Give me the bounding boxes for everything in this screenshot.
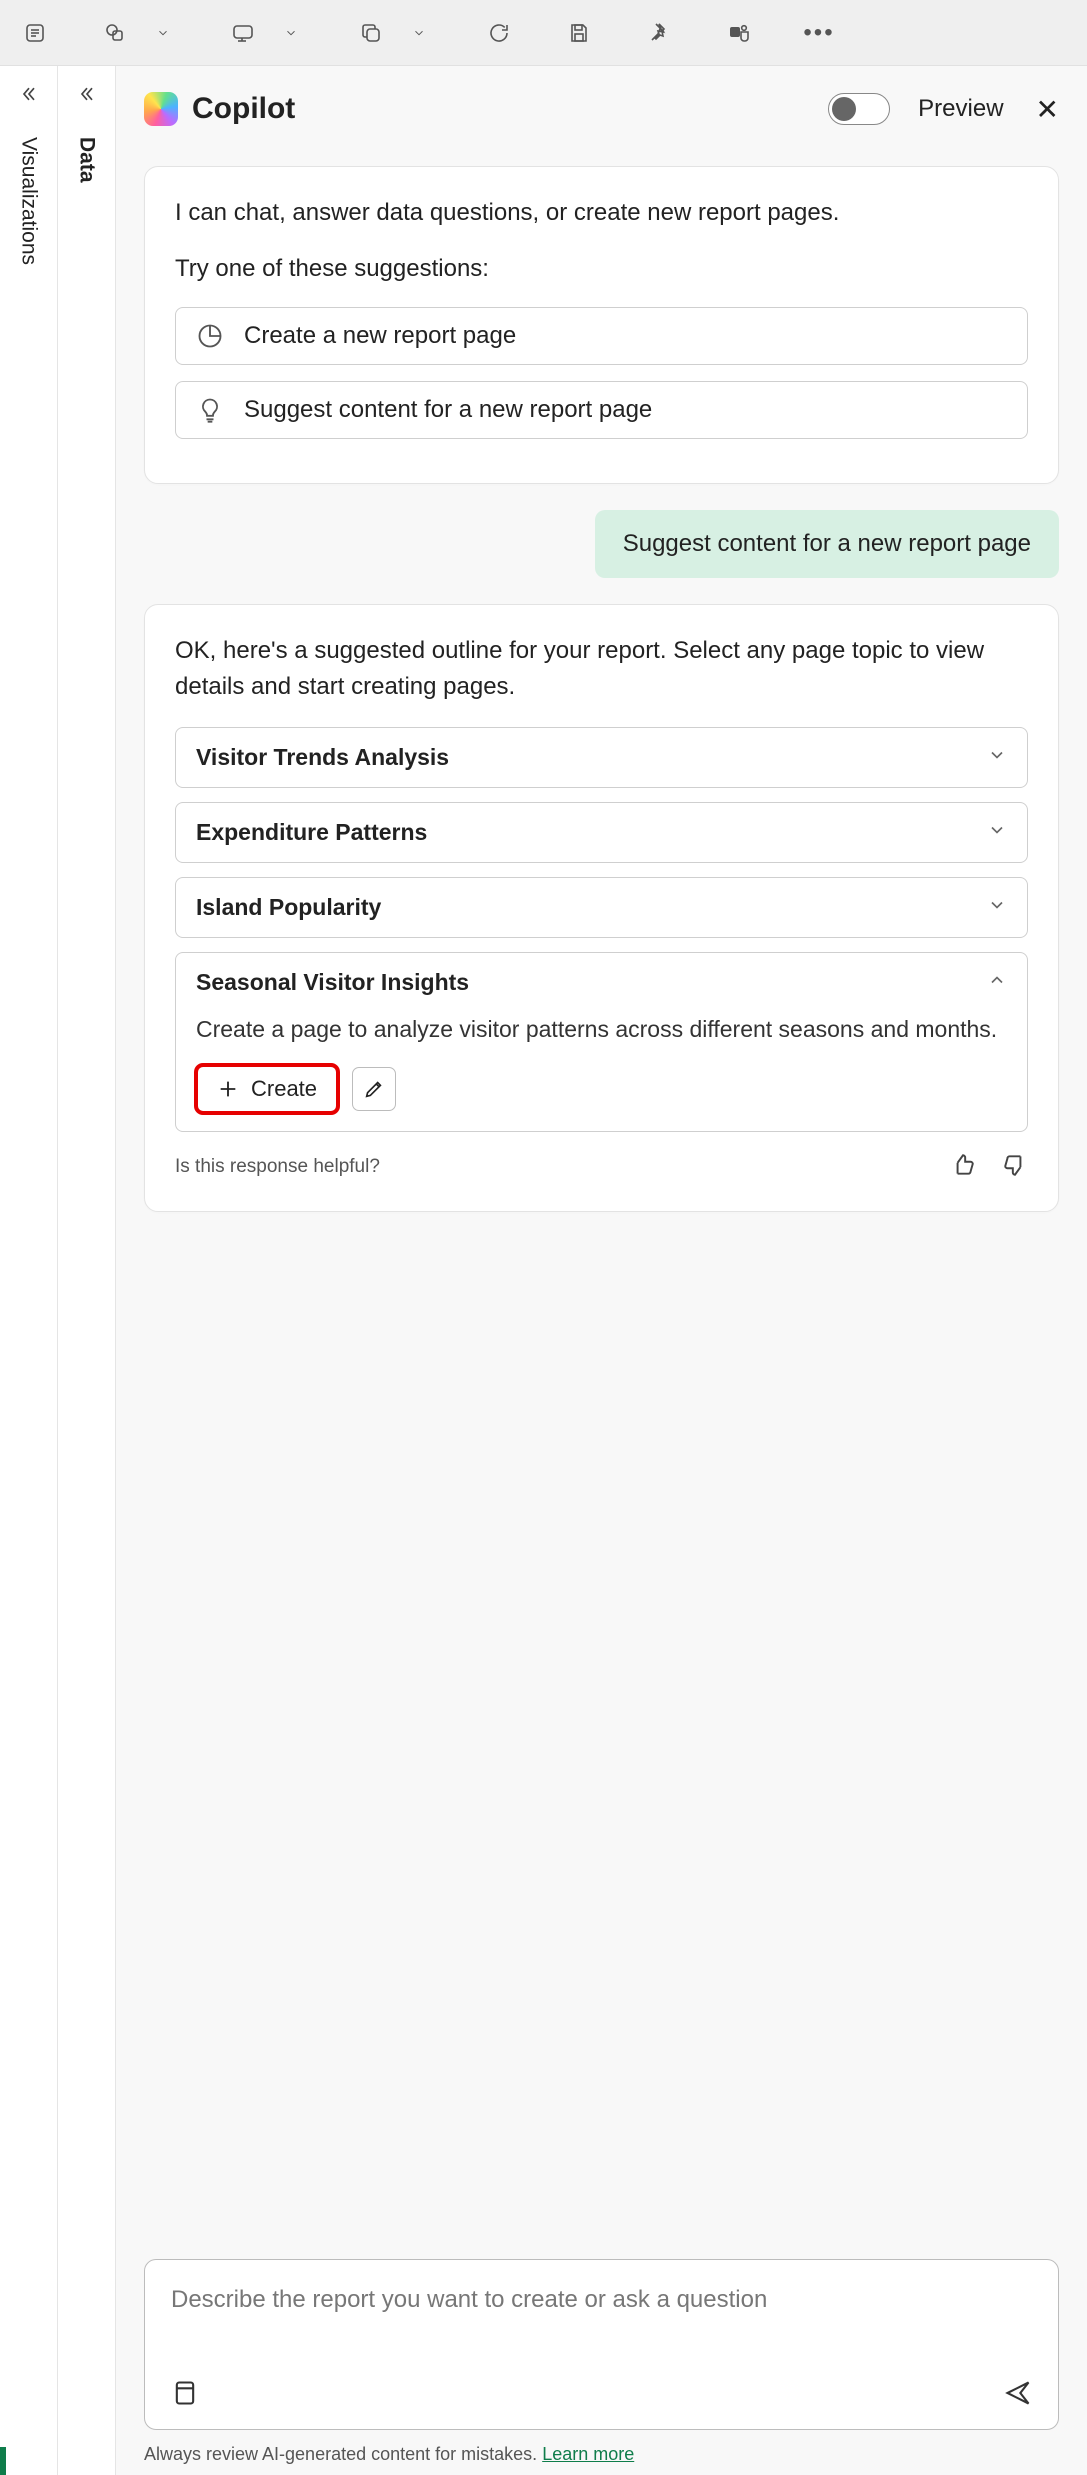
suggestion-suggest-content-label: Suggest content for a new report page	[244, 396, 652, 424]
toolbar-outline-icon[interactable]	[20, 18, 50, 48]
rail-data-label[interactable]: Data	[75, 137, 99, 183]
outline-item-visitor-trends: Visitor Trends Analysis	[175, 727, 1028, 788]
prompt-input[interactable]: Describe the report you want to create o…	[171, 2282, 1032, 2352]
outline-header-seasonal[interactable]: Seasonal Visitor Insights	[176, 953, 1027, 1012]
collapse-data-icon[interactable]	[77, 84, 97, 109]
user-message: Suggest content for a new report page	[595, 510, 1059, 578]
chevron-up-icon	[987, 970, 1007, 995]
collapse-visualizations-icon[interactable]	[19, 84, 39, 109]
outline-header-expenditure[interactable]: Expenditure Patterns	[176, 803, 1027, 862]
toolbar-shapes-icon[interactable]	[100, 18, 130, 48]
outline-title: Island Popularity	[196, 894, 381, 921]
copilot-title: Copilot	[192, 92, 814, 126]
outline-item-seasonal: Seasonal Visitor Insights Create a page …	[175, 952, 1028, 1132]
edit-button[interactable]	[352, 1067, 396, 1111]
toolbar-screen-dropdown[interactable]	[276, 18, 306, 48]
learn-more-link[interactable]: Learn more	[542, 2444, 634, 2464]
notebook-icon[interactable]	[171, 2378, 199, 2413]
toolbar-copy-icon[interactable]	[356, 18, 386, 48]
thumbs-down-icon[interactable]	[1002, 1152, 1028, 1183]
copilot-header: Copilot Preview ✕	[144, 92, 1059, 126]
accent-strip	[0, 2447, 6, 2475]
outline-title: Visitor Trends Analysis	[196, 744, 449, 771]
toolbar-pin-icon[interactable]	[644, 18, 674, 48]
outline-header-island[interactable]: Island Popularity	[176, 878, 1027, 937]
outline-title: Seasonal Visitor Insights	[196, 969, 469, 996]
rail-visualizations-label[interactable]: Visualizations	[17, 137, 41, 265]
plus-icon	[217, 1078, 239, 1100]
rail-data: Data	[58, 66, 116, 2475]
toolbar-more-icon[interactable]: •••	[804, 18, 834, 48]
preview-label: Preview	[918, 95, 1003, 123]
outline-desc-seasonal: Create a page to analyze visitor pattern…	[196, 1012, 1007, 1047]
outline-item-island: Island Popularity	[175, 877, 1028, 938]
disclaimer-text: Always review AI-generated content for m…	[144, 2444, 542, 2464]
preview-toggle[interactable]	[828, 93, 890, 125]
toolbar-refresh-icon[interactable]	[484, 18, 514, 48]
copilot-logo-icon	[144, 92, 178, 126]
intro-text: I can chat, answer data questions, or cr…	[175, 195, 1028, 231]
top-toolbar: T •••	[0, 0, 1087, 66]
prompt-input-card: Describe the report you want to create o…	[144, 2259, 1059, 2430]
outline-item-expenditure: Expenditure Patterns	[175, 802, 1028, 863]
outline-intro-text: OK, here's a suggested outline for your …	[175, 633, 1028, 705]
copilot-pane: Copilot Preview ✕ I can chat, answer dat…	[116, 66, 1087, 2475]
disclaimer: Always review AI-generated content for m…	[144, 2444, 1059, 2465]
thumbs-up-icon[interactable]	[950, 1152, 976, 1183]
close-icon[interactable]: ✕	[1036, 93, 1059, 126]
chevron-down-icon	[987, 820, 1007, 845]
toolbar-screen-icon[interactable]	[228, 18, 258, 48]
toolbar-teams-icon[interactable]: T	[724, 18, 754, 48]
response-card: OK, here's a suggested outline for your …	[144, 604, 1059, 1212]
rail-visualizations: Visualizations	[0, 66, 58, 2475]
suggestion-suggest-content[interactable]: Suggest content for a new report page	[175, 381, 1028, 439]
suggestion-create-page-label: Create a new report page	[244, 322, 516, 350]
try-text: Try one of these suggestions:	[175, 255, 1028, 283]
lightbulb-icon	[196, 396, 224, 424]
chevron-down-icon	[987, 895, 1007, 920]
pencil-icon	[363, 1078, 385, 1100]
pie-chart-icon	[196, 322, 224, 350]
send-icon[interactable]	[1004, 2378, 1032, 2413]
intro-card: I can chat, answer data questions, or cr…	[144, 166, 1059, 484]
create-button[interactable]: Create	[196, 1065, 338, 1113]
create-button-label: Create	[251, 1076, 317, 1102]
outline-body-seasonal: Create a page to analyze visitor pattern…	[176, 1012, 1027, 1131]
outline-title: Expenditure Patterns	[196, 819, 427, 846]
toolbar-copy-dropdown[interactable]	[404, 18, 434, 48]
suggestion-create-page[interactable]: Create a new report page	[175, 307, 1028, 365]
chevron-down-icon	[987, 745, 1007, 770]
outline-header-visitor-trends[interactable]: Visitor Trends Analysis	[176, 728, 1027, 787]
toolbar-shapes-dropdown[interactable]	[148, 18, 178, 48]
feedback-row: Is this response helpful?	[175, 1152, 1028, 1183]
toolbar-save-icon[interactable]	[564, 18, 594, 48]
svg-text:T: T	[733, 28, 738, 37]
feedback-text: Is this response helpful?	[175, 1156, 380, 1178]
